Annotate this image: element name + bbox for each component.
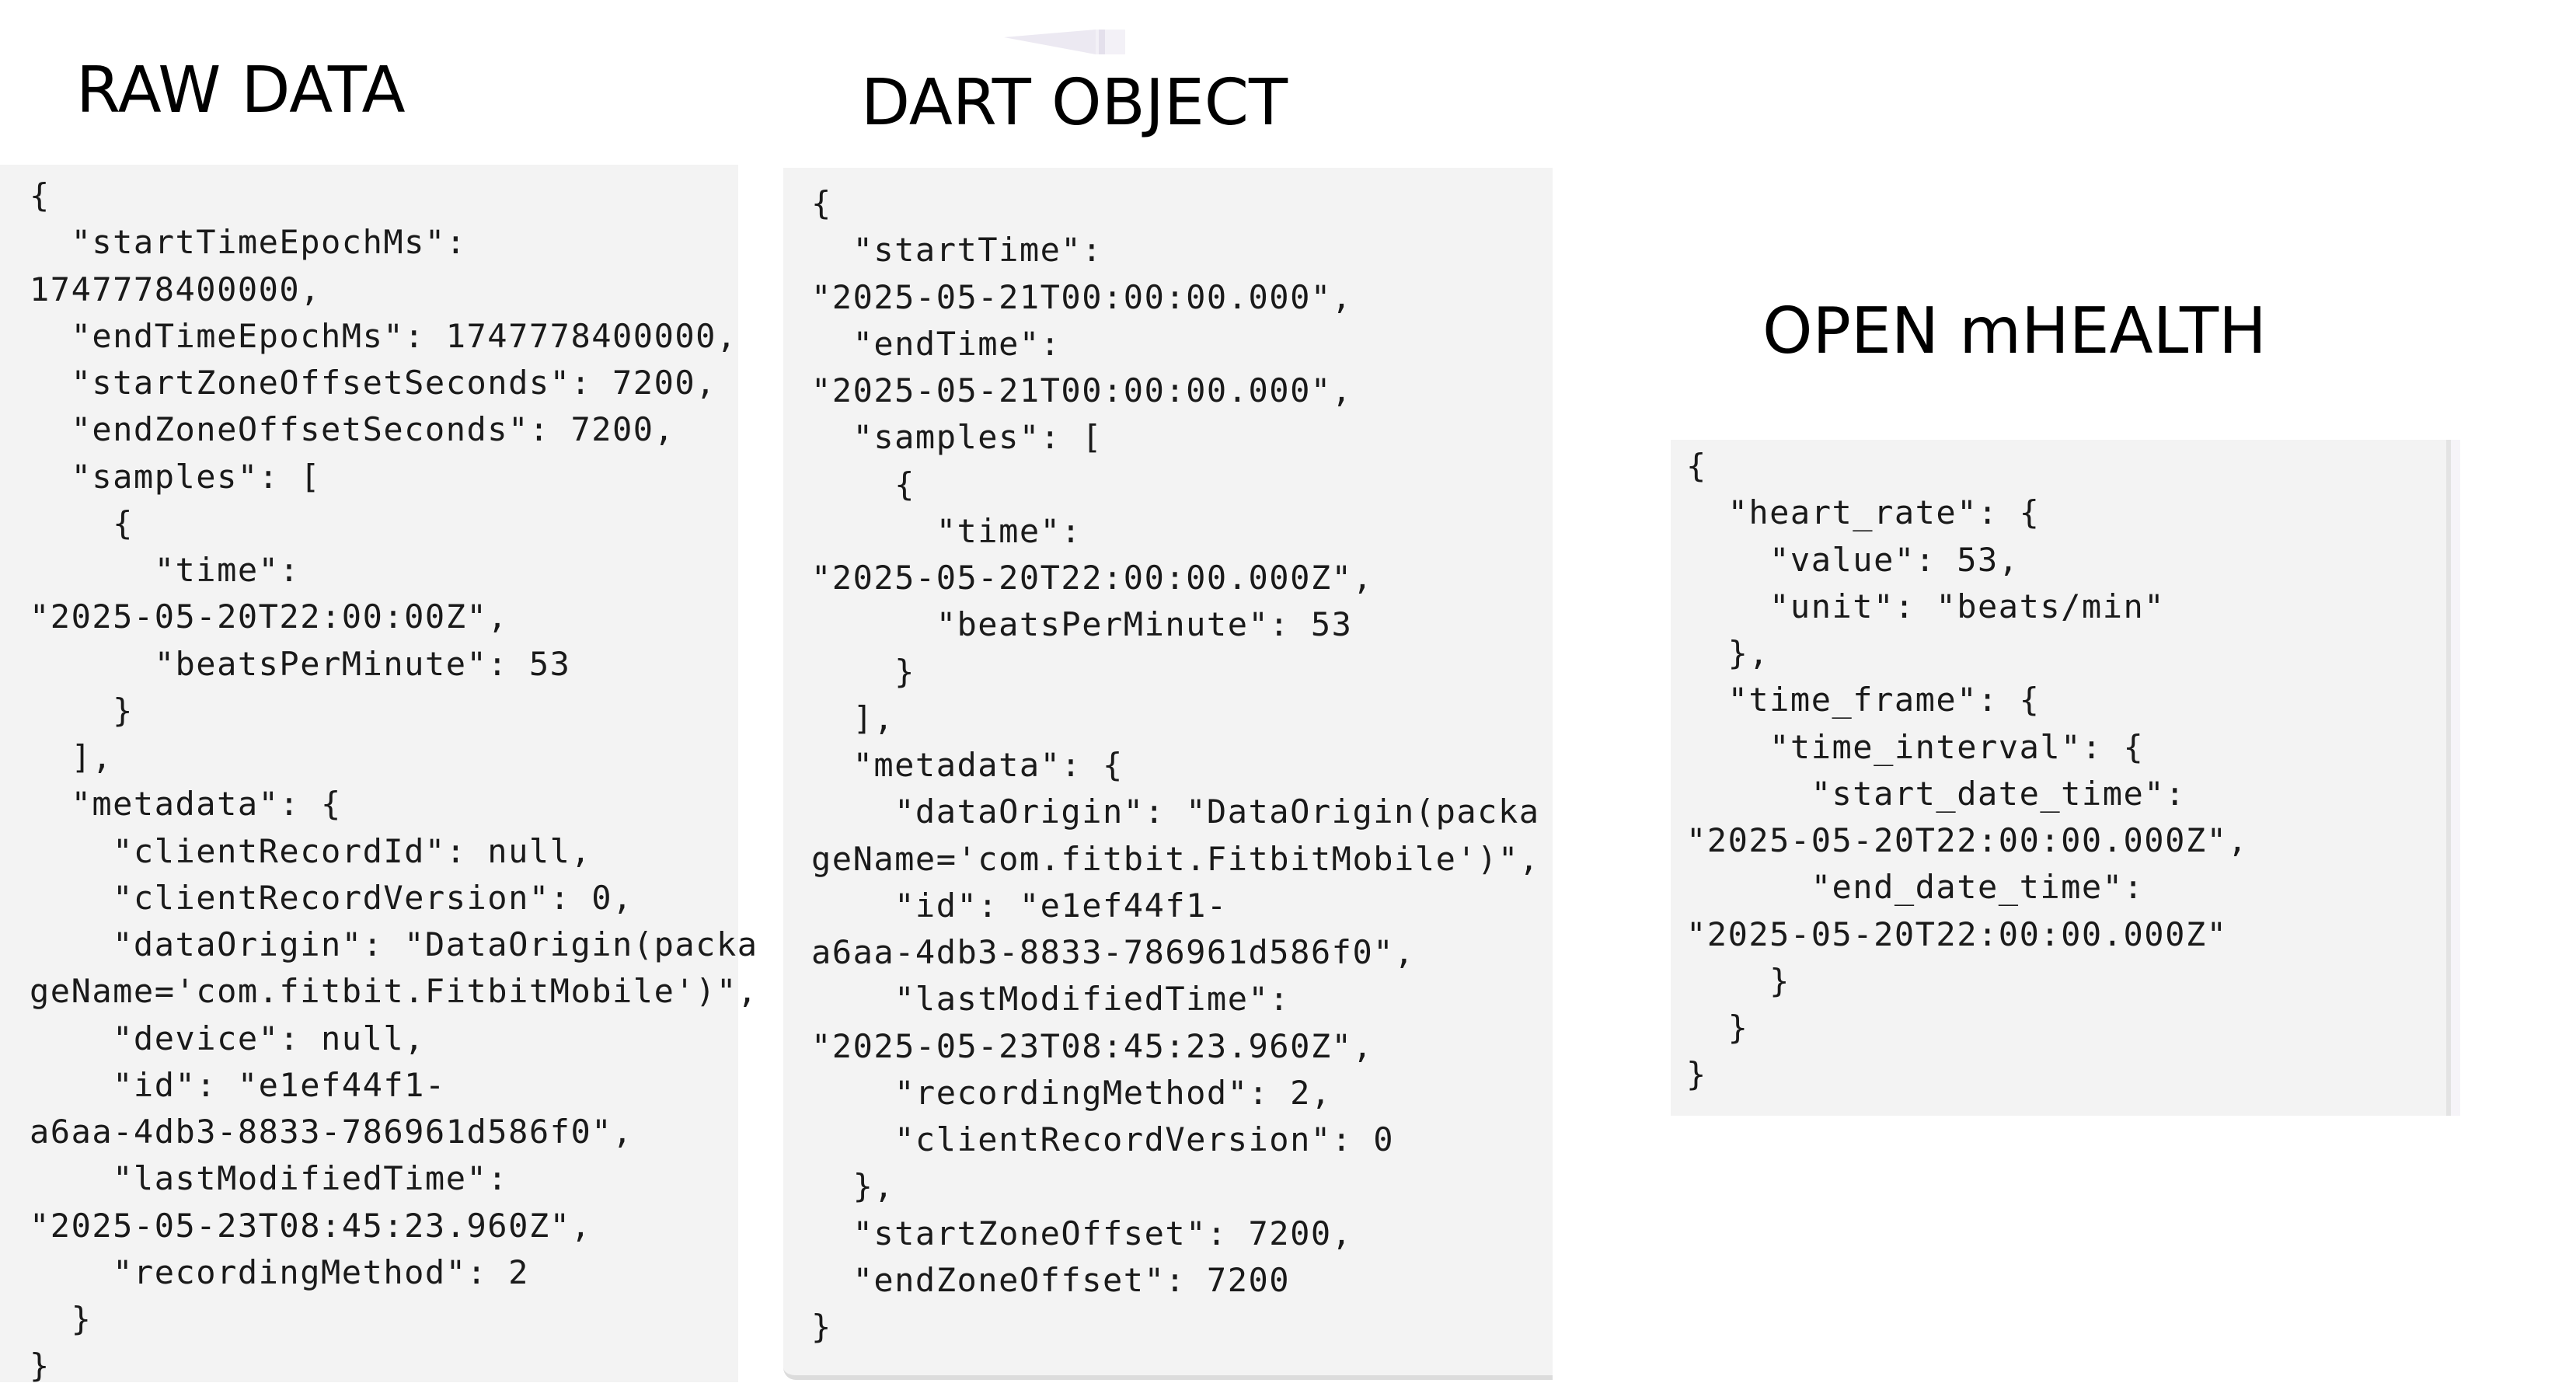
raw-data-title: RAW DATA <box>76 54 406 127</box>
open-mhealth-code: { "heart_rate": { "value": 53, "unit": "… <box>1686 447 2249 1094</box>
dart-object-title: DART OBJECT <box>861 66 1288 140</box>
raw-data-code: { "startTimeEpochMs": 1747778400000, "en… <box>30 176 758 1385</box>
open-mhealth-title: OPEN mHEALTH <box>1762 294 2267 368</box>
dart-object-code: { "startTime": "2025-05-21T00:00:00.000"… <box>811 184 1540 1346</box>
open-mhealth-panel-shade <box>2451 440 2460 1116</box>
cropped-arrow-graphic <box>1004 30 1125 54</box>
